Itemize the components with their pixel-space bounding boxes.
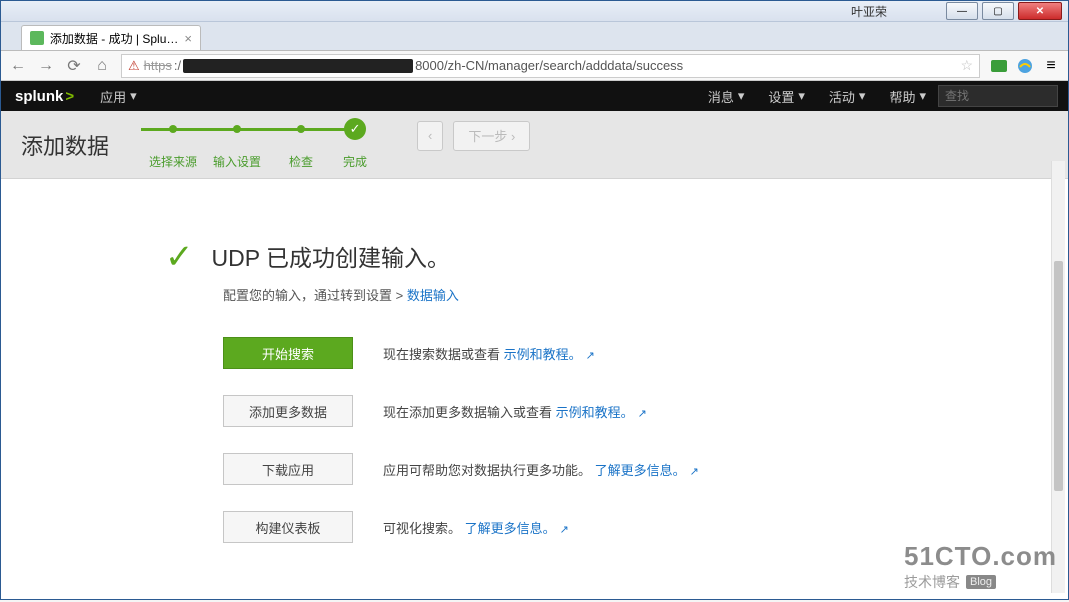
action-add-more-row: 添加更多数据 现在添加更多数据输入或查看 示例和教程。↗ bbox=[223, 394, 1044, 428]
splunk-topnav: splunk> 应用 ▾ 消息 ▾ 设置 ▾ 活动 ▾ 帮助 ▾ bbox=[1, 81, 1068, 111]
action-download-app-row: 下载应用 应用可帮助您对数据执行更多功能。 了解更多信息。↗ bbox=[223, 452, 1044, 486]
tab-title: 添加数据 - 成功 | Splunk bbox=[50, 30, 178, 47]
page-title: 添加数据 bbox=[21, 129, 109, 161]
url-redacted bbox=[183, 59, 413, 73]
nav-home-icon[interactable]: ⌂ bbox=[93, 57, 111, 75]
check-icon: ✓ bbox=[344, 118, 366, 140]
watermark-tagline: 技术博客 bbox=[904, 572, 960, 592]
wizard-header: 添加数据 选择来源 输入设置 检查 ✓完成 ‹ 下一步 › bbox=[1, 111, 1068, 179]
build-dashboard-button[interactable]: 构建仪表板 bbox=[223, 511, 353, 543]
wizard-step-source: 选择来源 bbox=[141, 125, 205, 170]
nav-app-menu[interactable]: 应用 ▾ bbox=[88, 87, 149, 106]
start-search-link[interactable]: 示例和教程。 bbox=[504, 347, 582, 362]
external-link-icon: ↗ bbox=[586, 350, 595, 362]
window-maximize-button[interactable]: ▢ bbox=[982, 2, 1014, 20]
window-author: 叶亚荣 bbox=[1, 3, 887, 20]
tab-close-icon[interactable]: × bbox=[184, 31, 192, 46]
success-headline: UDP 已成功创建输入。 bbox=[212, 239, 451, 273]
download-app-button[interactable]: 下载应用 bbox=[223, 453, 353, 485]
main-content: ✓ UDP 已成功创建输入。 配置您的输入，通过转到设置 > 数据输入 开始搜索… bbox=[1, 179, 1068, 599]
chevron-down-icon: ▾ bbox=[919, 88, 926, 104]
wizard-prev-button[interactable]: ‹ bbox=[417, 121, 443, 151]
extension-icon-1[interactable] bbox=[990, 57, 1008, 75]
success-check-icon: ✓ bbox=[165, 237, 194, 277]
success-subtext: 配置您的输入，通过转到设置 > 数据输入 bbox=[223, 285, 1044, 304]
chevron-down-icon: ▾ bbox=[130, 88, 137, 104]
vertical-scrollbar[interactable] bbox=[1051, 161, 1065, 593]
download-app-link[interactable]: 了解更多信息。 bbox=[595, 463, 686, 478]
browser-tab-strip: 添加数据 - 成功 | Splunk × bbox=[1, 22, 1068, 51]
chevron-down-icon: ▾ bbox=[859, 88, 866, 104]
start-search-button[interactable]: 开始搜索 bbox=[223, 337, 353, 369]
splunk-logo[interactable]: splunk> bbox=[1, 88, 88, 105]
nav-reload-icon[interactable]: ⟳ bbox=[65, 57, 83, 75]
tab-favicon bbox=[30, 31, 44, 45]
chevron-down-icon: ▾ bbox=[738, 88, 745, 104]
address-bar[interactable]: ⚠ https :/ 8000/zh-CN/manager/search/add… bbox=[121, 54, 980, 78]
nav-settings[interactable]: 设置 ▾ bbox=[756, 87, 817, 106]
wizard-step-review: 检查 bbox=[269, 125, 333, 170]
extension-ie-icon[interactable] bbox=[1016, 57, 1034, 75]
wizard-steps: 选择来源 输入设置 检查 ✓完成 bbox=[141, 119, 377, 170]
nav-messages[interactable]: 消息 ▾ bbox=[696, 87, 757, 106]
topnav-search-input[interactable] bbox=[938, 85, 1058, 107]
build-dashboard-link[interactable]: 了解更多信息。 bbox=[465, 521, 556, 536]
scrollbar-thumb[interactable] bbox=[1054, 261, 1063, 491]
browser-toolbar: ← → ⟳ ⌂ ⚠ https :/ 8000/zh-CN/manager/se… bbox=[1, 51, 1068, 81]
wizard-next-button[interactable]: 下一步 › bbox=[453, 121, 530, 151]
external-link-icon: ↗ bbox=[690, 466, 699, 478]
external-link-icon: ↗ bbox=[560, 524, 569, 536]
bookmark-star-icon[interactable]: ☆ bbox=[960, 57, 973, 74]
action-start-search-row: 开始搜索 现在搜索数据或查看 示例和教程。↗ bbox=[223, 336, 1044, 370]
browser-menu-icon[interactable]: ≡ bbox=[1042, 57, 1060, 75]
external-link-icon: ↗ bbox=[638, 408, 647, 420]
watermark-domain: 51CTO.com bbox=[904, 541, 1057, 572]
wizard-step-done: ✓完成 bbox=[333, 125, 377, 170]
url-path: 8000/zh-CN/manager/search/adddata/succes… bbox=[415, 58, 683, 73]
ssl-warning-icon: ⚠ bbox=[128, 58, 140, 74]
nav-activity[interactable]: 活动 ▾ bbox=[817, 87, 878, 106]
window-close-button[interactable]: ✕ bbox=[1018, 2, 1062, 20]
add-more-data-button[interactable]: 添加更多数据 bbox=[223, 395, 353, 427]
watermark: 51CTO.com 技术博客 Blog bbox=[904, 541, 1057, 592]
url-protocol: https bbox=[144, 58, 172, 73]
data-inputs-link[interactable]: 数据输入 bbox=[407, 288, 459, 303]
add-more-link[interactable]: 示例和教程。 bbox=[556, 405, 634, 420]
window-titlebar: 叶亚荣 — ▢ ✕ bbox=[1, 1, 1068, 22]
watermark-badge: Blog bbox=[966, 575, 996, 589]
nav-back-icon[interactable]: ← bbox=[9, 57, 27, 75]
browser-tab[interactable]: 添加数据 - 成功 | Splunk × bbox=[21, 25, 201, 50]
nav-help[interactable]: 帮助 ▾ bbox=[877, 87, 938, 106]
nav-forward-icon[interactable]: → bbox=[37, 57, 55, 75]
action-build-dashboard-row: 构建仪表板 可视化搜索。 了解更多信息。↗ bbox=[223, 510, 1044, 544]
window-minimize-button[interactable]: — bbox=[946, 2, 978, 20]
chevron-down-icon: ▾ bbox=[798, 88, 805, 104]
wizard-step-input-settings: 输入设置 bbox=[205, 125, 269, 170]
